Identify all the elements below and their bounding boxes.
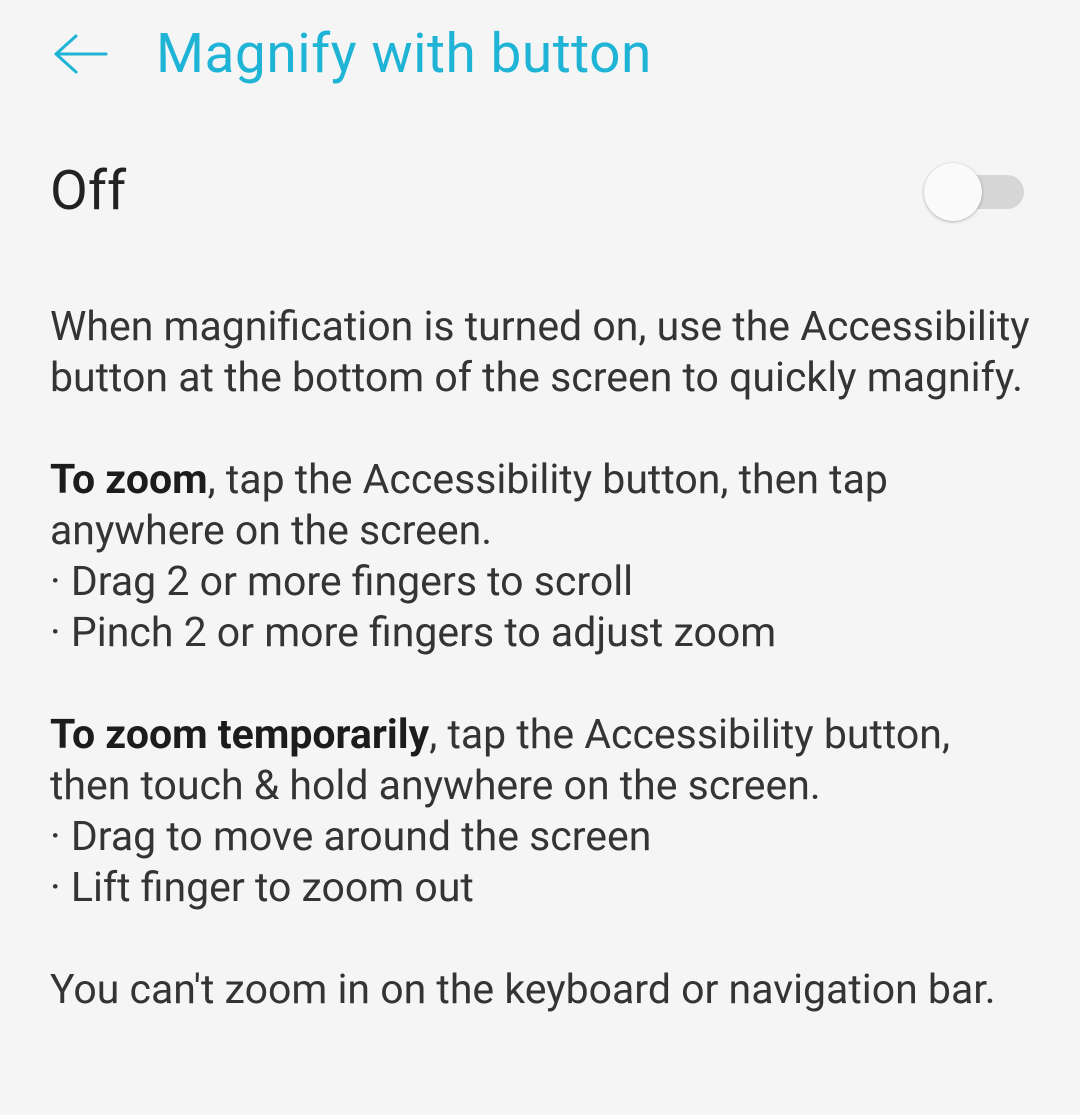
intro-paragraph: When magnification is turned on, use the… <box>50 302 1030 405</box>
zoom-bullet-1: · Drag 2 or more fingers to scroll <box>50 557 1030 608</box>
zoom-paragraph: To zoom, tap the Accessibility button, t… <box>50 455 1030 660</box>
switch-thumb <box>924 163 982 221</box>
zoom-bullet-2: · Pinch 2 or more fingers to adjust zoom <box>50 608 1030 659</box>
toggle-state-label: Off <box>50 159 126 223</box>
temp-bullet-1: · Drag to move around the screen <box>50 812 1030 863</box>
footer-paragraph: You can't zoom in on the keyboard or nav… <box>50 965 1030 1016</box>
arrow-left-icon <box>52 30 110 78</box>
toggle-row: Off <box>0 90 1080 230</box>
temp-zoom-paragraph: To zoom temporarily, tap the Accessibili… <box>50 710 1030 915</box>
back-button[interactable] <box>50 23 112 85</box>
description-text: When magnification is turned on, use the… <box>0 230 1080 1016</box>
header-bar: Magnify with button <box>0 0 1080 90</box>
magnify-toggle-switch[interactable] <box>924 167 1032 215</box>
temp-bold: To zoom temporarily <box>50 711 429 759</box>
page-title: Magnify with button <box>156 22 652 86</box>
zoom-bold: To zoom <box>50 456 208 504</box>
temp-bullet-2: · Lift finger to zoom out <box>50 863 1030 914</box>
